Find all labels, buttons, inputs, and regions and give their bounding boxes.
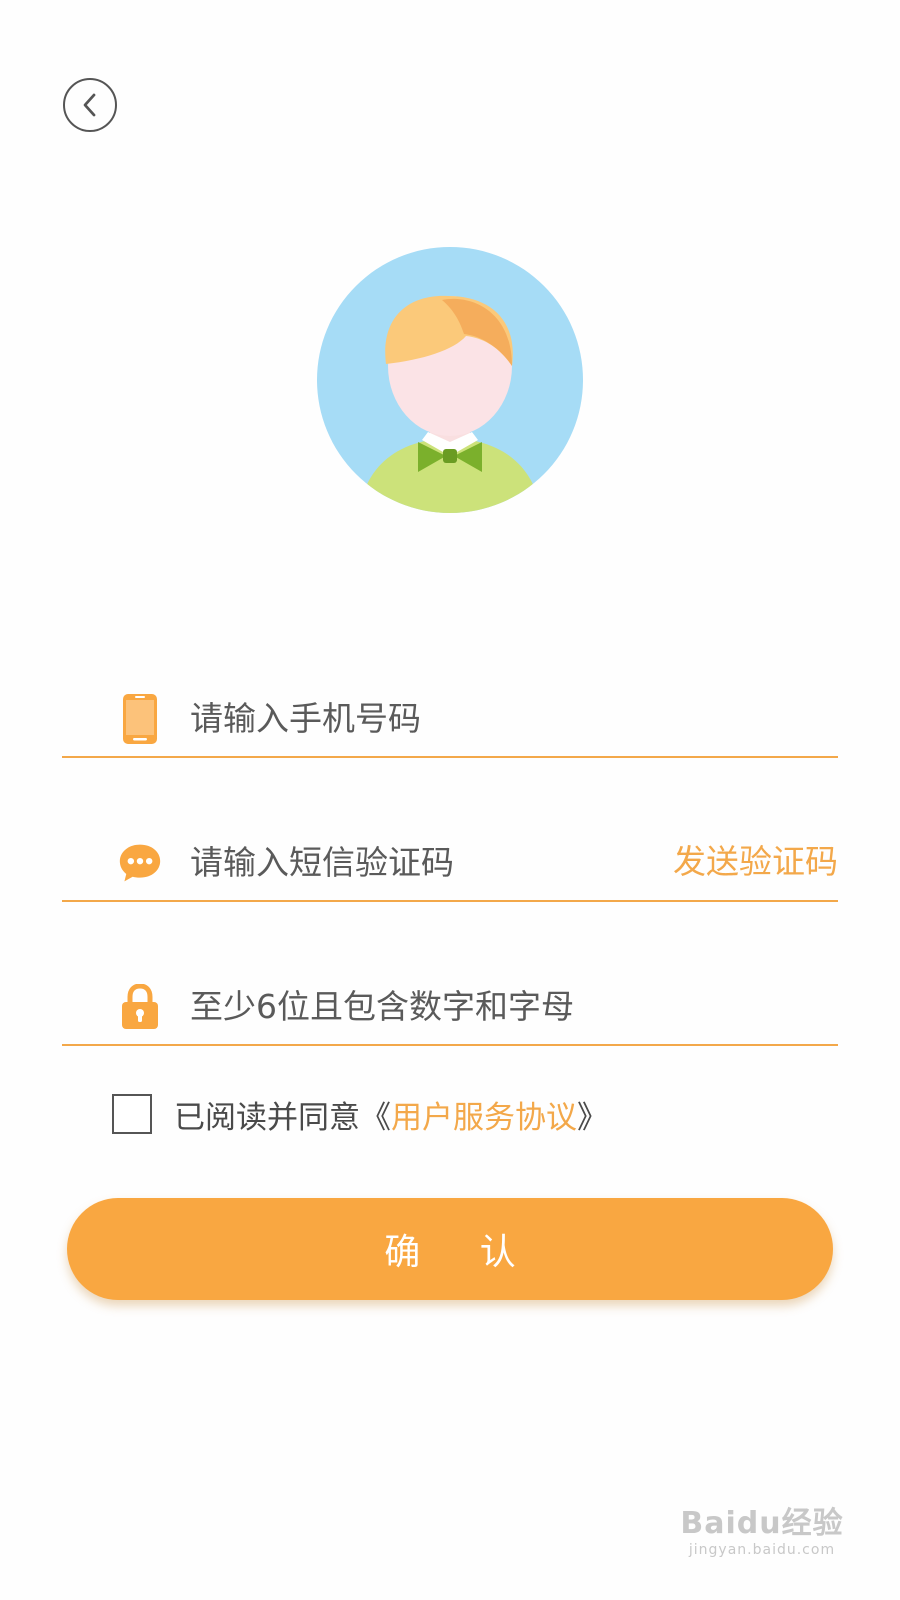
- agreement-checkbox[interactable]: [112, 1094, 152, 1134]
- confirm-button[interactable]: 确 认: [67, 1198, 833, 1300]
- sms-code-input[interactable]: [190, 834, 610, 890]
- phone-field: [62, 682, 838, 758]
- agreement-prefix-text: 已阅读并同意《: [174, 1099, 391, 1136]
- agreement-row: 已阅读并同意《 用户服务协议 》: [112, 1092, 608, 1136]
- baidu-jingyan-watermark: Baidu经验 jingyan.baidu.com: [672, 1498, 852, 1568]
- avatar: [314, 244, 586, 516]
- send-code-button[interactable]: 发送验证码: [673, 834, 838, 890]
- watermark-logo: Baidu经验: [680, 1506, 844, 1541]
- password-field: [62, 970, 838, 1046]
- phone-icon: [118, 692, 162, 746]
- user-avatar-illustration: [317, 247, 583, 513]
- lock-icon: [118, 980, 162, 1034]
- chat-bubble-icon: [118, 836, 162, 890]
- back-button[interactable]: [63, 78, 117, 132]
- watermark-url: jingyan.baidu.com: [688, 1542, 836, 1558]
- sms-code-field: 发送验证码: [62, 826, 838, 902]
- agreement-suffix-text: 》: [577, 1099, 608, 1136]
- phone-input[interactable]: [190, 690, 810, 746]
- chevron-left-icon: [83, 93, 96, 117]
- user-agreement-link[interactable]: 用户服务协议: [391, 1092, 577, 1137]
- password-input[interactable]: [190, 978, 810, 1034]
